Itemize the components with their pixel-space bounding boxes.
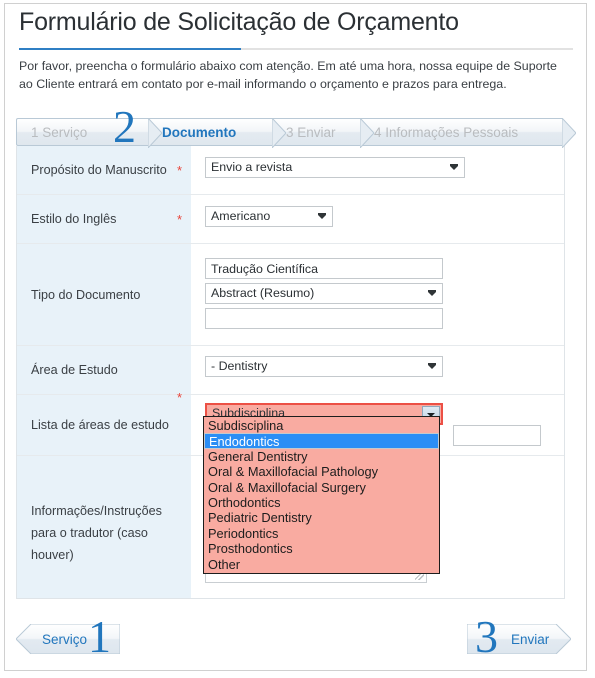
dropdown-option[interactable]: Other [204, 557, 439, 572]
area-estudo-select[interactable]: - Dentistry [205, 356, 443, 377]
dropdown-option[interactable]: General Dentistry [204, 449, 439, 464]
required-marker: * [176, 211, 182, 227]
chevron-right-icon [272, 118, 286, 148]
field-cell: Envio a revista [191, 146, 564, 194]
previous-step-button[interactable]: Serviço 1 [15, 614, 126, 660]
step-item-servico[interactable]: 1 Serviço [16, 118, 162, 148]
chevron-down-icon [450, 164, 458, 170]
field-label: Tipo do Documento [31, 287, 141, 302]
tipo-documento-extra-input[interactable] [205, 308, 443, 329]
step-bar: 1 Serviço Documento 3 Enviar 4 Informaçõ… [16, 118, 576, 148]
select-value: Envio a revista [211, 160, 293, 174]
field-cell: - Dentistry [191, 346, 564, 394]
field-label-cell: Propósito do Manuscrito * [17, 146, 191, 194]
form-page: Formulário de Solicitação de Orçamento P… [4, 3, 587, 671]
step-label: 4 Informações Pessoais [374, 124, 519, 140]
field-label-cell: Área de Estudo [17, 346, 191, 394]
field-label-line1: Informações/Instruções [31, 504, 162, 518]
next-step-button[interactable]: Enviar 3 [466, 614, 577, 660]
form-row-estilo-ingles: Estilo do Inglês * Americano [17, 195, 564, 244]
form-row-tipo-documento: Tipo do Documento Abstract (Resumo) [17, 244, 564, 346]
chevron-down-icon [428, 363, 436, 369]
next-step-label: Enviar [511, 631, 550, 647]
required-marker: * [176, 390, 182, 405]
field-cell: Abstract (Resumo) [191, 244, 564, 345]
field-label-cell: Estilo do Inglês * [17, 195, 191, 243]
field-label: Lista de áreas de estudo [31, 418, 169, 432]
tipo-documento-text-input[interactable] [205, 258, 443, 279]
dropdown-option[interactable]: Subdisciplina [204, 418, 439, 433]
field-label: Estilo do Inglês [31, 212, 117, 226]
chevron-right-icon [148, 118, 162, 148]
page-title: Formulário de Solicitação de Orçamento [19, 8, 459, 36]
select-value: - Dentistry [211, 359, 268, 373]
field-label: Área de Estudo [31, 363, 118, 377]
form-row-proposito: Propósito do Manuscrito * Envio a revist… [17, 146, 564, 195]
step-item-documento[interactable]: Documento [148, 118, 286, 148]
form-row-area-estudo: Área de Estudo - Dentistry [17, 346, 564, 395]
previous-step-number: 1 [88, 611, 111, 662]
select-value: Abstract (Resumo) [211, 286, 315, 300]
required-marker: * [176, 162, 182, 178]
form-navigation: Serviço 1 Enviar 3 [5, 614, 588, 664]
dropdown-option[interactable]: Orthodontics [204, 495, 439, 510]
field-label-cell: Informações/Instruções para o tradutor (… [17, 456, 191, 598]
proposito-select[interactable]: Envio a revista [205, 157, 465, 178]
field-label: Propósito do Manuscrito [31, 163, 167, 177]
previous-step-label: Serviço [42, 631, 88, 647]
dropdown-option-selected[interactable]: Endodontics [204, 433, 439, 449]
chevron-right-icon [360, 118, 374, 148]
lista-areas-extra-input[interactable] [453, 425, 541, 446]
field-label-cell: Tipo do Documento [17, 244, 191, 345]
dropdown-option[interactable]: Prosthodontics [204, 541, 439, 556]
tipo-documento-select[interactable]: Abstract (Resumo) [205, 283, 443, 304]
dropdown-option[interactable]: Periodontics [204, 526, 439, 541]
intro-text: Por favor, preencha o formulário abaixo … [19, 59, 557, 91]
chevron-down-icon [318, 213, 326, 219]
chevron-right-icon [562, 118, 576, 148]
dropdown-option[interactable]: Oral & Maxillofacial Surgery [204, 480, 439, 495]
title-divider-accent [19, 48, 241, 50]
field-label-line2: para o tradutor (caso [31, 526, 148, 540]
estilo-ingles-select[interactable]: Americano [205, 206, 333, 227]
dropdown-option[interactable]: Pediatric Dentistry [204, 510, 439, 525]
field-cell: Americano [191, 195, 564, 243]
step-item-informacoes-pessoais[interactable]: 4 Informações Pessoais [360, 118, 576, 148]
step-label: 1 Serviço [31, 124, 88, 140]
dropdown-option[interactable]: Oral & Maxillofacial Pathology [204, 464, 439, 479]
field-label-cell: Lista de áreas de estudo * [17, 391, 191, 455]
field-label-line3: houver) [31, 548, 74, 562]
next-step-number: 3 [475, 611, 498, 662]
chevron-down-icon [428, 290, 436, 296]
select-value: Americano [211, 209, 271, 223]
subdisciplina-dropdown-list[interactable]: Subdisciplina Endodontics General Dentis… [203, 416, 440, 574]
